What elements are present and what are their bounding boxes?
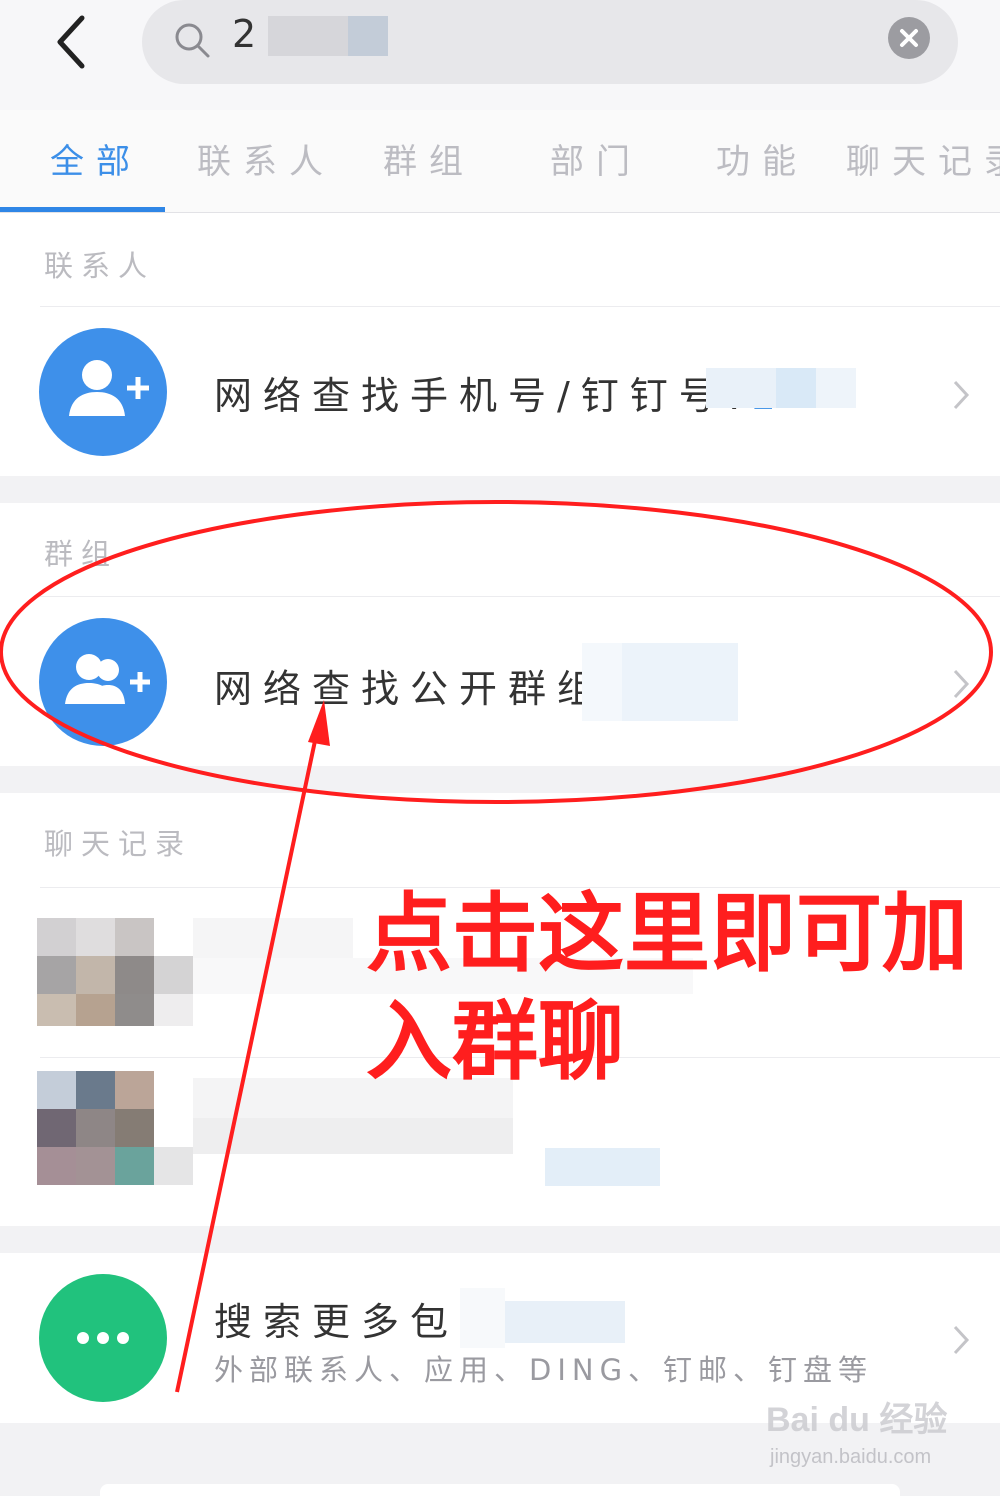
redacted-value xyxy=(505,1301,625,1343)
search-input[interactable] xyxy=(142,0,958,84)
pixelated-text xyxy=(193,918,353,958)
pixelated-avatar xyxy=(76,1071,115,1109)
redacted-value xyxy=(816,368,856,408)
tab-groups[interactable]: 群组 xyxy=(383,134,475,183)
search-icon xyxy=(172,20,212,60)
divider xyxy=(40,596,1000,597)
contacts-section: 联系人 网络查找手机号/钉钉号:2 xyxy=(0,213,1000,476)
pixelated-avatar xyxy=(76,1109,115,1147)
bottom-card-edge xyxy=(100,1484,900,1496)
pixelated-avatar xyxy=(76,956,115,994)
result-tabs: 全部 联系人 群组 部门 功能 聊天记录 xyxy=(0,110,1000,213)
tab-all[interactable]: 全部 xyxy=(50,134,142,183)
pixelated-text xyxy=(545,1148,660,1186)
tab-contacts[interactable]: 联系人 xyxy=(197,134,335,183)
pixelated-avatar xyxy=(37,1147,76,1185)
pixelated-avatar xyxy=(115,918,154,956)
section-title-contacts: 联系人 xyxy=(44,249,156,283)
search-query[interactable]: 2 xyxy=(232,12,257,56)
pixelated-avatar xyxy=(115,1071,154,1109)
annotation-text: 点击这里即可加 入群聊 xyxy=(366,880,986,1096)
pixelated-avatar xyxy=(115,994,154,1026)
section-title-chat-history: 聊天记录 xyxy=(44,827,193,861)
redacted-query xyxy=(268,16,348,56)
more-icon xyxy=(39,1274,167,1402)
section-title-groups: 群组 xyxy=(44,537,119,571)
pixelated-text xyxy=(193,1118,513,1154)
search-contact-label: 网络查找手机号/钉钉号:2 xyxy=(214,365,787,420)
tab-chat-history[interactable]: 聊天记录 xyxy=(846,134,1000,183)
search-group-label: 网络查找公开群组: xyxy=(214,667,630,711)
chevron-right-icon xyxy=(950,378,972,412)
search-more-subtitle: 外部联系人、应用、DING、钉邮、钉盘等 xyxy=(214,1353,874,1387)
tab-departments[interactable]: 部门 xyxy=(550,134,642,183)
pixelated-avatar xyxy=(76,918,115,956)
pixelated-avatar xyxy=(154,1147,193,1185)
pixelated-avatar xyxy=(115,956,154,994)
clear-icon[interactable] xyxy=(888,17,930,59)
pixelated-avatar xyxy=(37,994,76,1026)
tab-functions[interactable]: 功能 xyxy=(716,134,808,183)
chevron-right-icon xyxy=(950,667,972,701)
pixelated-avatar xyxy=(37,1071,76,1109)
pixelated-avatar xyxy=(154,994,193,1026)
redacted-value xyxy=(622,643,738,721)
pixelated-avatar xyxy=(37,1109,76,1147)
redacted-value xyxy=(582,643,622,721)
pixelated-avatar xyxy=(76,994,115,1026)
redacted-value xyxy=(706,368,776,408)
chevron-right-icon xyxy=(950,1323,972,1357)
annotation-line-2: 入群聊 xyxy=(366,992,624,1092)
pixelated-avatar xyxy=(115,1147,154,1185)
pixelated-avatar xyxy=(37,956,76,994)
redacted-value xyxy=(460,1288,505,1348)
groups-section: 群组 网络查找公开群组: xyxy=(0,503,1000,766)
redacted-value xyxy=(776,368,816,408)
pixelated-avatar xyxy=(76,1147,115,1185)
annotation-line-1: 点击这里即可加 xyxy=(366,884,968,984)
back-arrow-icon[interactable] xyxy=(48,14,98,70)
redacted-query xyxy=(348,16,388,56)
divider xyxy=(40,306,1000,307)
pixelated-avatar xyxy=(115,1109,154,1147)
pixelated-avatar xyxy=(37,918,76,956)
baidu-watermark-logo: Bai du 经验 xyxy=(766,1401,948,1439)
pixelated-avatar xyxy=(154,956,193,994)
active-tab-indicator xyxy=(0,207,165,212)
baidu-watermark-url: jingyan.baidu.com xyxy=(770,1446,932,1468)
